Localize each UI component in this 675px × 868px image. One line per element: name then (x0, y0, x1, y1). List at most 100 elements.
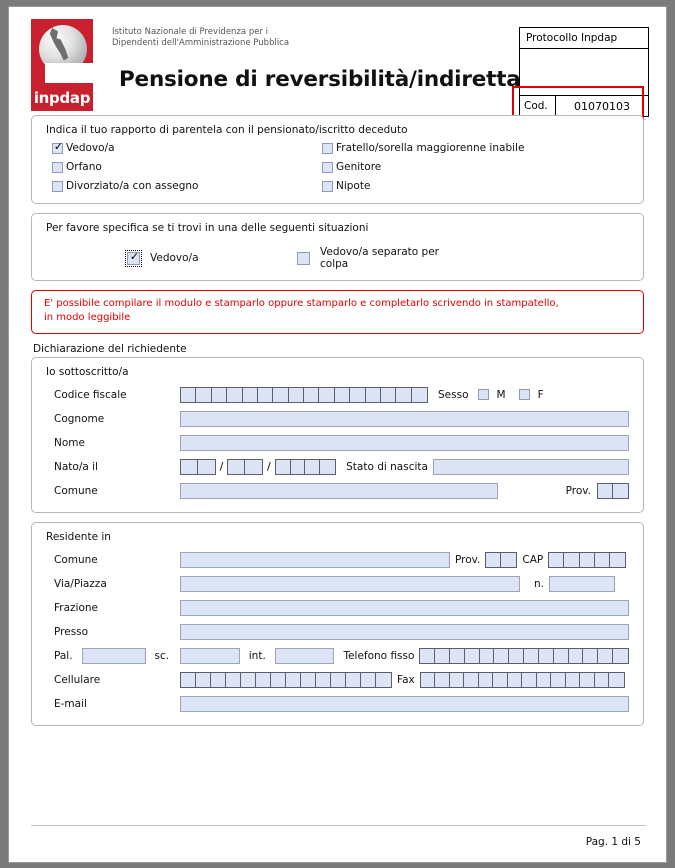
box-cell[interactable] (420, 648, 436, 663)
checkbox-orfano-box[interactable] (52, 161, 63, 173)
box-cell[interactable] (301, 672, 316, 687)
cognome-input[interactable] (180, 410, 629, 427)
box-cell[interactable] (211, 672, 226, 687)
box-cell[interactable] (320, 460, 335, 474)
pal-input[interactable] (82, 647, 146, 664)
checkbox-situation-separato[interactable]: Vedovo/a separato per colpa (297, 246, 467, 270)
int-input[interactable] (274, 647, 335, 664)
protocol-blank-area[interactable] (520, 49, 648, 95)
box-cell[interactable] (583, 648, 599, 663)
box-cell[interactable] (181, 387, 197, 402)
checkbox-orfano[interactable]: Orfano (52, 161, 322, 173)
box-cell[interactable] (241, 672, 256, 687)
civico-input[interactable] (549, 575, 615, 592)
box-cell[interactable] (480, 648, 495, 663)
box-cell[interactable] (564, 552, 580, 567)
checkbox-situation-vedovo[interactable]: Vedovo/a (125, 246, 297, 270)
box-cell[interactable] (304, 387, 320, 402)
email-input[interactable] (180, 695, 629, 712)
nome-input[interactable] (180, 434, 629, 451)
box-cell[interactable] (291, 459, 306, 474)
box-cell[interactable] (539, 648, 554, 663)
frazione-input[interactable] (180, 599, 629, 616)
box-cell[interactable] (501, 553, 516, 567)
box-cell[interactable] (609, 673, 624, 687)
box-cell[interactable] (479, 672, 494, 687)
checkbox-vedovo[interactable]: Vedovo/a (52, 140, 322, 154)
box-cell[interactable] (196, 387, 212, 402)
box-cell[interactable] (598, 483, 613, 498)
box-cell[interactable] (366, 387, 381, 402)
box-cell[interactable] (181, 459, 198, 474)
box-cell[interactable] (580, 552, 595, 567)
checkbox-genitore-box[interactable] (322, 161, 333, 173)
sc-input[interactable] (180, 647, 240, 664)
box-cell[interactable] (435, 672, 450, 687)
fax-input[interactable] (419, 671, 625, 688)
box-cell[interactable] (509, 648, 525, 663)
box-cell[interactable] (227, 387, 243, 402)
box-cell[interactable] (508, 672, 523, 687)
box-cell[interactable] (196, 672, 211, 687)
box-cell[interactable] (346, 672, 361, 687)
box-cell[interactable] (566, 672, 581, 687)
box-cell[interactable] (212, 387, 228, 402)
box-cell[interactable] (198, 460, 215, 474)
box-cell[interactable] (435, 648, 451, 663)
box-cell[interactable] (350, 387, 366, 402)
box-cell[interactable] (450, 648, 465, 663)
checkbox-divorziato[interactable]: Divorziato/a con assegno (52, 180, 322, 192)
checkbox-vedovo-box[interactable] (52, 140, 64, 154)
res-cap-input[interactable] (548, 551, 627, 568)
box-cell[interactable] (613, 649, 628, 663)
box-cell[interactable] (551, 672, 566, 687)
checkbox-situation-vedovo-box[interactable] (125, 249, 142, 267)
box-cell[interactable] (381, 387, 397, 402)
box-cell[interactable] (595, 672, 610, 687)
box-cell[interactable] (276, 459, 291, 474)
comune-nascita-input[interactable] (180, 482, 498, 499)
cellulare-input[interactable] (180, 671, 392, 688)
box-cell[interactable] (595, 552, 611, 567)
res-prov-input[interactable] (485, 551, 518, 568)
box-cell[interactable] (228, 459, 246, 474)
presso-input[interactable] (180, 623, 629, 640)
box-cell[interactable] (580, 672, 595, 687)
box-cell[interactable] (493, 672, 508, 687)
checkbox-nipote-box[interactable] (322, 180, 333, 192)
box-cell[interactable] (524, 648, 539, 663)
box-cell[interactable] (554, 648, 569, 663)
checkbox-situation-separato-box[interactable] (297, 251, 310, 265)
box-cell[interactable] (245, 460, 262, 474)
box-cell[interactable] (569, 648, 584, 663)
box-cell[interactable] (450, 672, 465, 687)
box-cell[interactable] (271, 672, 286, 687)
birth-month-input[interactable] (227, 458, 264, 475)
checkbox-genitore[interactable]: Genitore (322, 161, 381, 173)
box-cell[interactable] (465, 648, 480, 663)
box-cell[interactable] (376, 673, 391, 687)
box-cell[interactable] (289, 387, 304, 402)
checkbox-nipote[interactable]: Nipote (322, 180, 370, 192)
box-cell[interactable] (316, 672, 331, 687)
stato-nascita-input[interactable] (432, 458, 629, 475)
box-cell[interactable] (549, 552, 565, 567)
box-cell[interactable] (464, 672, 479, 687)
box-cell[interactable] (486, 552, 502, 567)
prov-nascita-input[interactable] (597, 482, 629, 499)
box-cell[interactable] (494, 648, 510, 663)
box-cell[interactable] (613, 484, 628, 498)
box-cell[interactable] (305, 459, 321, 474)
box-cell[interactable] (522, 672, 537, 687)
box-cell[interactable] (331, 672, 346, 687)
box-cell[interactable] (273, 387, 289, 402)
checkbox-fratello-sorella[interactable]: Fratello/sorella maggiorenne inabile (322, 142, 524, 154)
telefono-input[interactable] (419, 647, 629, 664)
box-cell[interactable] (610, 553, 625, 567)
checkbox-fratello-sorella-box[interactable] (322, 142, 333, 154)
box-cell[interactable] (412, 388, 427, 402)
box-cell[interactable] (258, 387, 274, 402)
box-cell[interactable] (256, 672, 271, 687)
res-comune-input[interactable] (180, 551, 450, 568)
box-cell[interactable] (319, 387, 335, 402)
